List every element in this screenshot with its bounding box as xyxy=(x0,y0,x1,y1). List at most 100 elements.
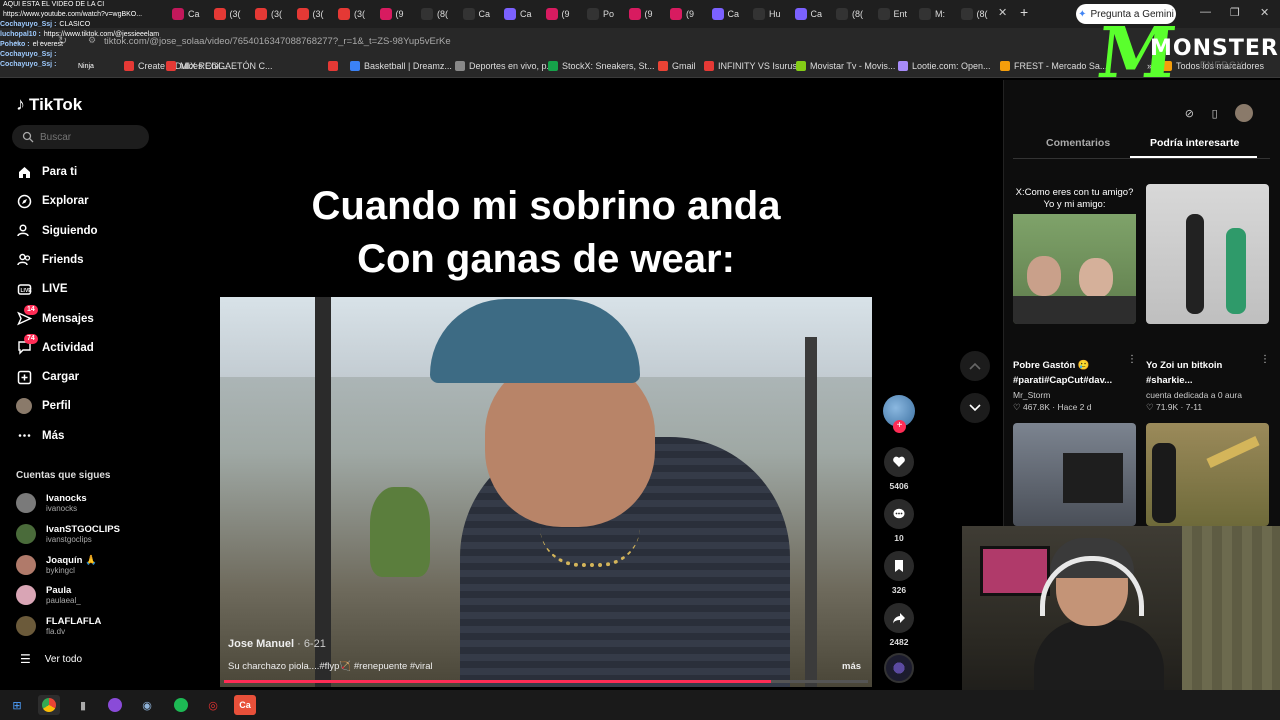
browser-tab[interactable]: (9 xyxy=(670,4,694,24)
account-handle: fla.dv xyxy=(46,627,66,637)
app-taskbar-icon[interactable]: ▮ xyxy=(72,695,94,715)
browser-tab[interactable]: Ca xyxy=(172,4,200,24)
card-options-icon[interactable]: ⋮ xyxy=(1127,354,1137,365)
see-all-button[interactable]: ☰ Ver todo xyxy=(20,652,82,666)
browser-tab[interactable]: (9 xyxy=(379,4,404,24)
suggested-video-card[interactable] xyxy=(1013,423,1136,526)
chat-message: luchopal10 : https://www.tiktok.com/@jess… xyxy=(0,30,170,40)
browser-tab[interactable]: Ca xyxy=(711,4,739,24)
share-count: 2482 xyxy=(889,637,909,647)
card-options-icon[interactable]: ⋮ xyxy=(1260,354,1270,365)
account-name: IvanSTGOCLIPS xyxy=(46,523,120,535)
card-author[interactable]: cuenta dedicada a 0 aura xyxy=(1146,390,1269,400)
suggested-video-card[interactable] xyxy=(1146,423,1269,526)
save-button[interactable]: 326 xyxy=(882,551,916,595)
browser-tab[interactable]: (3( xyxy=(296,4,324,24)
video-author-name[interactable]: Jose Manuel xyxy=(228,638,294,650)
nav-item-siguiendo[interactable]: Siguiendo xyxy=(16,223,98,239)
browser-tab[interactable]: Ca xyxy=(794,4,822,24)
suggested-video-card[interactable]: X:Como eres con tu amigo? Yo y mi amigo:… xyxy=(1013,184,1137,413)
browser-tab[interactable]: (3( xyxy=(255,4,282,24)
following-account[interactable]: IvanSTGOCLIPS ivanstgoclips xyxy=(16,523,120,544)
following-account[interactable]: FLAFLAFLA fla.dv xyxy=(16,616,101,637)
spotify-taskbar-icon[interactable] xyxy=(170,695,192,715)
avatar xyxy=(16,554,36,575)
following-account[interactable]: Joaquín 🙏 bykingcl xyxy=(16,554,97,575)
chrome-taskbar-icon[interactable] xyxy=(38,695,60,715)
next-video-button[interactable] xyxy=(960,393,990,423)
windows-start-icon[interactable]: ⊞ xyxy=(6,695,28,715)
video-author[interactable]: Jose Manuel · 6-21 xyxy=(228,638,326,650)
bookmark-item[interactable] xyxy=(328,61,342,71)
browser-tab[interactable]: Ent xyxy=(877,4,907,24)
video-player[interactable] xyxy=(220,297,872,687)
tab-comentarios[interactable]: Comentarios xyxy=(1046,137,1110,149)
following-account[interactable]: Ivanocks ivanocks xyxy=(16,493,87,513)
bookmark-item[interactable]: Gmail xyxy=(658,61,696,71)
profile-icon xyxy=(16,398,32,415)
device-icon[interactable]: ▯ xyxy=(1212,107,1218,120)
bookmark-label: INFINITY VS Isurus xyxy=(718,61,797,71)
search-box[interactable] xyxy=(12,125,149,149)
nav-item-explorar[interactable]: Explorar xyxy=(16,193,89,209)
user-avatar[interactable] xyxy=(1235,104,1254,122)
share-button[interactable]: 2482 xyxy=(882,603,916,647)
like-button[interactable]: 5406 xyxy=(882,447,916,491)
previous-video-button[interactable] xyxy=(960,351,990,381)
nav-item-live[interactable]: LIVE LIVE xyxy=(16,281,68,297)
browser-tab[interactable]: (8( xyxy=(421,4,448,24)
tab-podria-interesarte[interactable]: Podría interesarte xyxy=(1150,137,1239,149)
card-author[interactable]: Mr_Storm xyxy=(1013,390,1136,400)
list-icon: ☰ xyxy=(20,652,31,666)
search-input[interactable] xyxy=(40,131,140,143)
avatar xyxy=(16,493,36,513)
browser-tab[interactable]: (9 xyxy=(545,4,570,24)
minimize-icon[interactable]: — xyxy=(1200,6,1211,18)
nav-item-mensajes[interactable]: 14 Mensajes xyxy=(16,304,94,327)
nav-item-friends[interactable]: Friends xyxy=(16,252,84,268)
nav-item-cargar[interactable]: Cargar xyxy=(16,369,79,385)
app-taskbar-icon[interactable]: ◎ xyxy=(202,695,224,715)
nav-item-actividad[interactable]: 74 Actividad xyxy=(16,333,94,356)
music-disc-icon[interactable] xyxy=(884,653,914,683)
account-handle: bykingcl xyxy=(46,565,75,575)
app-taskbar-icon[interactable] xyxy=(104,695,126,715)
browser-tab[interactable]: M: xyxy=(919,4,945,24)
browser-tab[interactable]: Ca xyxy=(462,4,490,24)
bookmark-item[interactable]: Deportes en vivo, p... xyxy=(455,61,554,71)
nav-item-mas[interactable]: Más xyxy=(16,428,64,444)
browser-tab[interactable]: (3( xyxy=(338,4,365,24)
comment-button[interactable]: 10 xyxy=(882,499,916,543)
browser-tab[interactable]: Ca xyxy=(504,4,532,24)
compass-icon[interactable]: ⊘ xyxy=(1185,107,1194,120)
steam-taskbar-icon[interactable]: ◉ xyxy=(136,695,158,715)
browser-tab[interactable]: (3( xyxy=(213,4,241,24)
bookmark-item[interactable]: Lootie.com: Open... xyxy=(898,61,991,71)
tab-label: M: xyxy=(935,9,945,19)
browser-tab[interactable]: (8( xyxy=(836,4,863,24)
nav-item-para-ti[interactable]: Para ti xyxy=(16,164,77,180)
bookmark-item[interactable]: MIX REGGAETÓN C... xyxy=(166,61,273,71)
browser-tab[interactable]: Po xyxy=(587,4,614,24)
bookmark-item[interactable]: Basketball | Dreamz... xyxy=(350,61,452,71)
caption-more-button[interactable]: más xyxy=(842,661,861,672)
tiktok-logo[interactable]: ♪ TikTok xyxy=(16,94,82,115)
bookmark-item[interactable]: Movistar Tv - Movis... xyxy=(796,61,895,71)
video-progress-bar[interactable] xyxy=(224,680,868,683)
browser-tab[interactable]: (9 xyxy=(628,4,653,24)
close-tab-icon[interactable]: ✕ xyxy=(998,6,1007,19)
account-text: IvanSTGOCLIPS ivanstgoclips xyxy=(46,524,120,544)
app-taskbar-icon[interactable]: Ca xyxy=(234,695,256,715)
new-tab-button[interactable]: + xyxy=(1020,4,1028,20)
following-account[interactable]: Paula paulaeal_ xyxy=(16,585,81,606)
bookmark-item[interactable]: INFINITY VS Isurus xyxy=(704,61,797,71)
suggested-video-card[interactable]: Yo Zoi un bitkoin #sharkie... cuenta ded… xyxy=(1146,184,1270,413)
browser-tab[interactable]: Hu xyxy=(753,4,781,24)
nav-item-perfil[interactable]: Perfil xyxy=(16,398,71,415)
browser-tab[interactable]: (8( xyxy=(960,4,988,24)
chat-message: Cochayuyo_Ssj : xyxy=(0,50,170,60)
follow-plus-icon[interactable]: + xyxy=(893,420,906,433)
chat-partial-text: Ninja xyxy=(78,63,94,70)
bookmark-item[interactable]: StockX: Sneakers, St... xyxy=(548,61,655,71)
tab-label: Hu xyxy=(769,9,781,19)
